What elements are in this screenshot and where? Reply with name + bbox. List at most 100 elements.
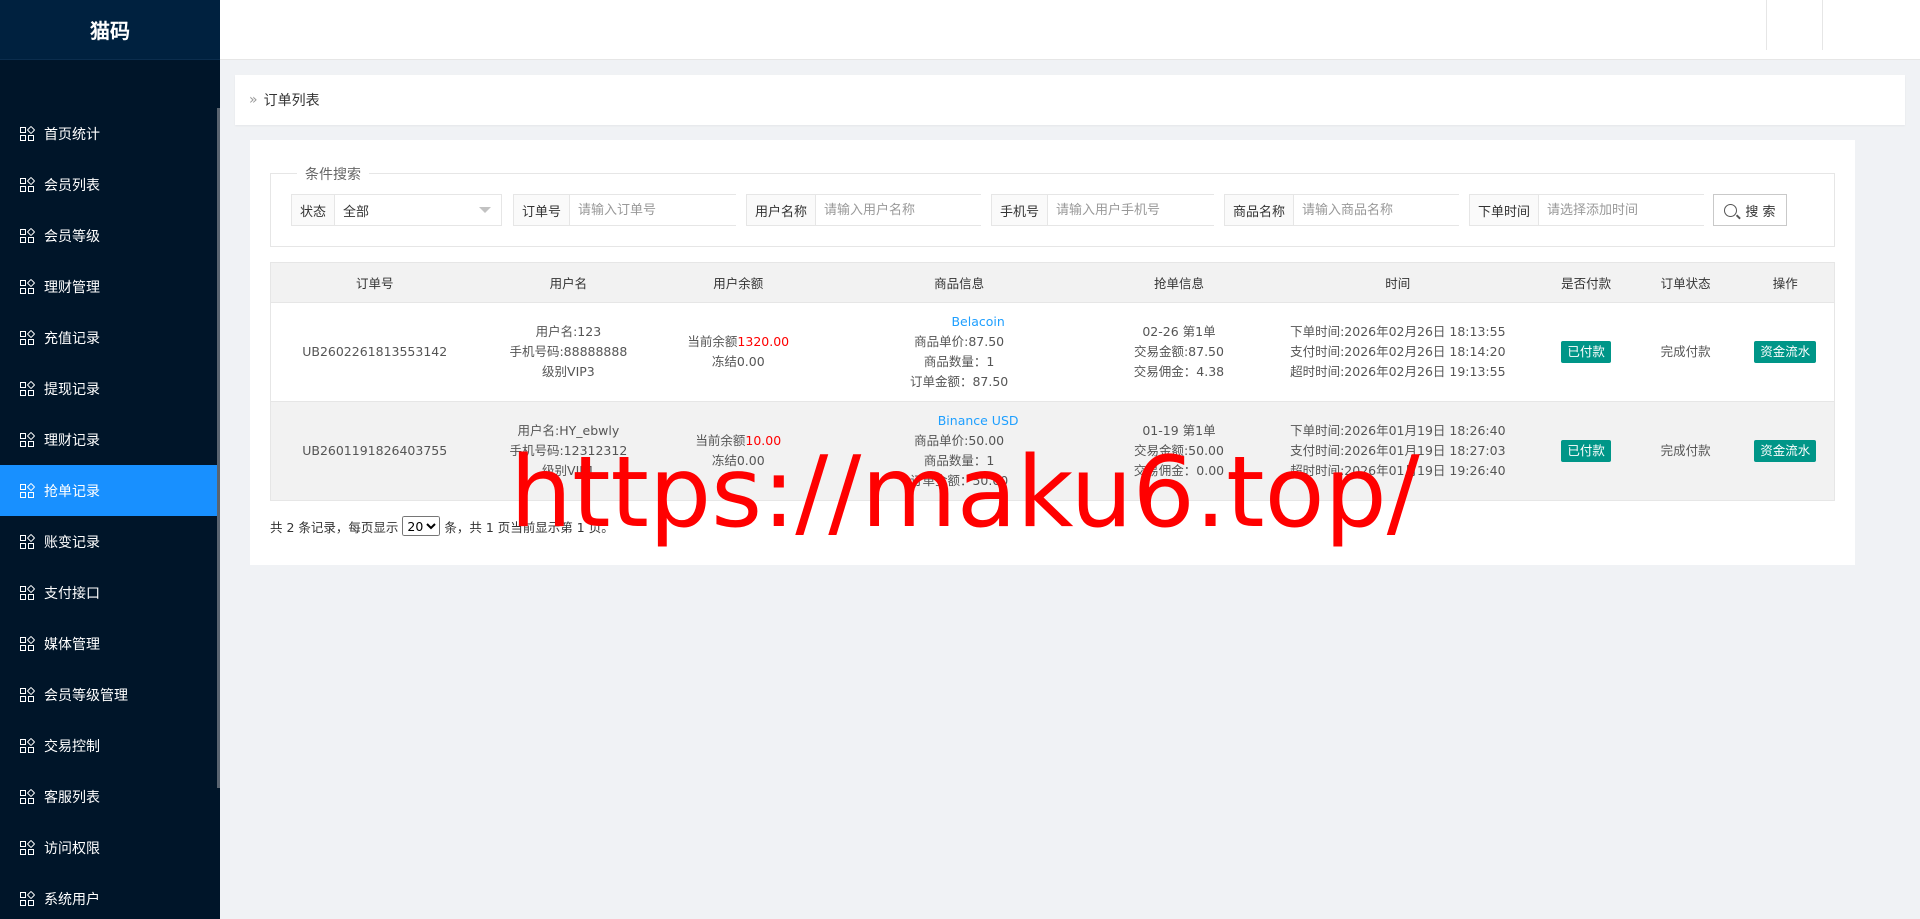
paid-badge: 已付款 <box>1561 440 1611 462</box>
goods-cell: Belacoin 商品单价:87.50 商品数量：1 订单金额：87.50 <box>818 302 1101 402</box>
search-button-label: 搜 索 <box>1745 204 1776 220</box>
sidebar-item-system-users[interactable]: 系统用户 <box>0 873 217 919</box>
sidebar-item-label: 理财记录 <box>44 432 100 449</box>
goods-input[interactable] <box>1294 195 1481 225</box>
sidebar-item-label: 理财管理 <box>44 279 100 296</box>
apps-icon <box>20 584 36 600</box>
apps-icon <box>20 380 36 396</box>
goods-name-link[interactable]: Binance USD <box>818 411 1100 431</box>
sidebar-item-finance-records[interactable]: 理财记录 <box>0 414 217 465</box>
user-name: 用户名:123 <box>535 324 602 339</box>
grab-date: 01-19 第1单 <box>1142 423 1216 438</box>
sidebar-item-member-level[interactable]: 会员等级 <box>0 210 217 261</box>
breadcrumb: » 订单列表 <box>235 75 1905 125</box>
username-label: 用户名称 <box>747 195 817 225</box>
sidebar-item-label: 会员列表 <box>44 177 100 194</box>
time-timeout: 超时时间:2026年01月19日 19:26:40 <box>1290 463 1506 478</box>
sidebar-item-trade-control[interactable]: 交易控制 <box>0 720 217 771</box>
apps-icon <box>20 125 36 141</box>
goods-filter: 商品名称 <box>1224 194 1481 226</box>
time-timeout: 超时时间:2026年02月26日 19:13:55 <box>1290 364 1506 379</box>
sidebar-item-withdraw-records[interactable]: 提现记录 <box>0 363 217 414</box>
apps-icon <box>20 482 36 498</box>
sidebar-item-grab-records[interactable]: 抢单记录 <box>0 465 217 516</box>
order-list-card: 条件搜索 状态 全部 订单号 用户名称 手机号 商品名称 下单时间 <box>250 140 1855 565</box>
time-pay: 支付时间:2026年01月19日 18:27:03 <box>1290 443 1506 458</box>
pager-prefix: 共 2 条记录，每页显示 <box>270 519 399 535</box>
balance-value: 1320.00 <box>737 334 790 349</box>
sidebar-item-label: 支付接口 <box>44 585 100 602</box>
user-name: 用户名:HY_ebwly <box>517 423 620 438</box>
status-cell: 完成付款 <box>1634 302 1737 402</box>
apps-icon <box>20 890 36 906</box>
sidebar-item-label: 提现记录 <box>44 381 100 398</box>
balance-label: 当前余额 <box>695 433 746 448</box>
sidebar-item-label: 媒体管理 <box>44 636 100 653</box>
sidebar-item-recharge-records[interactable]: 充值记录 <box>0 312 217 363</box>
balance-label: 当前余额 <box>687 334 738 349</box>
col-goods-info: 商品信息 <box>818 262 1101 303</box>
sidebar-item-home-stats[interactable]: 首页统计 <box>0 108 217 159</box>
apps-icon <box>20 227 36 243</box>
search-icon <box>1724 203 1738 217</box>
sidebar-item-level-manage[interactable]: 会员等级管理 <box>0 669 217 720</box>
paid-badge: 已付款 <box>1561 341 1611 363</box>
page-title: 订单列表 <box>263 93 320 109</box>
apps-icon <box>20 788 36 804</box>
sidebar-nav: 首页统计 会员列表 会员等级 理财管理 充值记录 提现记录 理财记录 抢单记录 … <box>0 108 217 919</box>
goods-amount: 订单金额：50.00 <box>909 473 1009 488</box>
phone-input[interactable] <box>1048 195 1235 225</box>
col-grab-info: 抢单信息 <box>1100 262 1258 303</box>
sidebar-item-member-list[interactable]: 会员列表 <box>0 159 217 210</box>
top-header <box>220 0 1920 60</box>
sidebar-item-payment-api[interactable]: 支付接口 <box>0 567 217 618</box>
search-fieldset: 条件搜索 状态 全部 订单号 用户名称 手机号 商品名称 下单时间 <box>270 164 1835 247</box>
fund-flow-button[interactable]: 资金流水 <box>1754 440 1817 462</box>
order-no-input[interactable] <box>570 195 757 225</box>
order-time-label: 下单时间 <box>1470 195 1540 225</box>
pagination: 共 2 条记录，每页显示 20 条，共 1 页当前显示第 1 页。 <box>270 516 614 536</box>
paid-cell: 已付款 <box>1537 302 1635 402</box>
brand-logo: 猫码 <box>0 0 220 60</box>
action-cell: 资金流水 <box>1736 401 1835 501</box>
sidebar-scrollbar[interactable] <box>217 108 220 788</box>
user-level: 级别VIP1 <box>542 463 595 478</box>
header-divider <box>1822 0 1823 50</box>
caret-down-icon <box>479 207 491 213</box>
apps-icon <box>20 737 36 753</box>
order-no-filter: 订单号 <box>513 194 757 226</box>
sidebar-item-finance-manage[interactable]: 理财管理 <box>0 261 217 312</box>
search-legend: 条件搜索 <box>297 164 369 184</box>
status-label: 状态 <box>292 195 336 225</box>
fund-flow-button[interactable]: 资金流水 <box>1754 341 1817 363</box>
time-cell: 下单时间:2026年02月26日 18:13:55 支付时间:2026年02月2… <box>1257 302 1538 402</box>
double-chevron-right-icon: » <box>249 92 258 108</box>
page-size-select[interactable]: 20 <box>402 516 441 536</box>
status-select-value: 全部 <box>343 204 370 220</box>
phone-filter: 手机号 <box>991 194 1235 226</box>
status-filter: 状态 全部 <box>291 194 502 226</box>
user-phone: 手机号码:12312312 <box>509 443 628 458</box>
apps-icon <box>20 176 36 192</box>
sidebar-item-service-list[interactable]: 客服列表 <box>0 771 217 822</box>
apps-icon <box>20 533 36 549</box>
sidebar-item-account-changes[interactable]: 账变记录 <box>0 516 217 567</box>
col-balance: 用户余额 <box>658 262 819 303</box>
action-cell: 资金流水 <box>1736 302 1835 402</box>
status-select[interactable]: 全部 <box>335 195 501 225</box>
balance-cell: 当前余额1320.00 冻结0.00 <box>658 302 819 402</box>
sidebar-item-media-manage[interactable]: 媒体管理 <box>0 618 217 669</box>
sidebar-item-label: 会员等级 <box>44 228 100 245</box>
user-cell: 用户名:HY_ebwly 手机号码:12312312 级别VIP1 <box>478 401 659 501</box>
apps-icon <box>20 839 36 855</box>
apps-icon <box>20 431 36 447</box>
header-divider <box>1766 0 1767 50</box>
search-button[interactable]: 搜 索 <box>1713 194 1787 226</box>
goods-name-link[interactable]: Belacoin <box>818 312 1100 332</box>
order-time-input[interactable] <box>1539 195 1726 225</box>
frozen-balance: 冻结0.00 <box>711 453 765 468</box>
sidebar-item-label: 访问权限 <box>44 840 100 857</box>
sidebar-item-access[interactable]: 访问权限 <box>0 822 217 873</box>
username-input[interactable] <box>816 195 1003 225</box>
apps-icon <box>20 635 36 651</box>
